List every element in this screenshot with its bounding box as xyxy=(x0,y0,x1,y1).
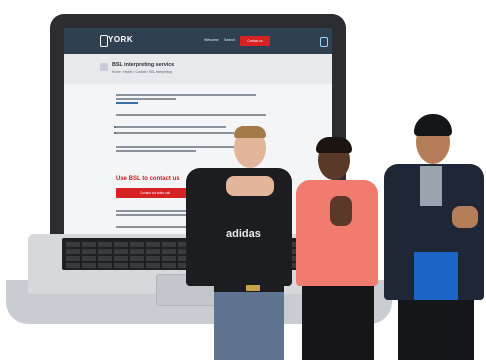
signing-hands xyxy=(330,196,352,226)
body-text-line xyxy=(116,150,196,152)
nav-link-welcome: Welcome xyxy=(204,38,219,42)
body-link-line xyxy=(116,102,138,104)
contact-video-button: Contact via video call xyxy=(116,188,194,198)
jeans xyxy=(214,292,284,360)
body-text-line xyxy=(116,114,266,116)
nav-link-search: Search xyxy=(224,38,236,42)
hoodie-lettering: adidas xyxy=(226,228,261,240)
hair xyxy=(234,126,266,138)
signing-hands xyxy=(226,176,274,196)
body-text-line xyxy=(116,94,256,96)
page-icon xyxy=(100,63,108,71)
page-title: BSL interpreting service xyxy=(112,62,175,68)
site-logo: YORK xyxy=(108,35,134,44)
crest-icon xyxy=(100,35,108,47)
black-trousers xyxy=(398,300,474,360)
black-trousers xyxy=(302,286,374,360)
belt-buckle xyxy=(246,285,260,291)
photo-scene: YORK Welcome Search Contact us BSL inter… xyxy=(0,0,486,360)
section-heading: Use BSL to contact us xyxy=(116,176,180,182)
body-text-line xyxy=(116,98,176,100)
signing-hands xyxy=(452,206,478,228)
hair xyxy=(316,137,352,153)
beanie xyxy=(414,114,452,136)
breadcrumb: Home › Health › Contact › BSL interpreti… xyxy=(112,70,172,74)
accessibility-icon xyxy=(320,37,328,47)
site-nav: YORK Welcome Search Contact us xyxy=(64,28,332,54)
body-text-line xyxy=(116,132,234,134)
nav-contact-button: Contact us xyxy=(240,36,270,46)
body-text-line xyxy=(116,126,226,128)
blue-shirt xyxy=(414,252,458,306)
scarf xyxy=(420,166,442,206)
